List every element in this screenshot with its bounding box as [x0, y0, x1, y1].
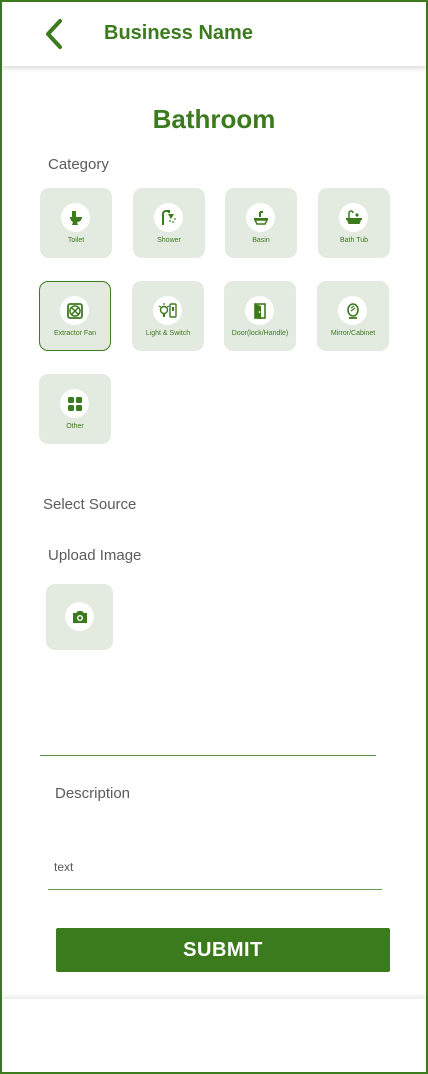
mirror-icon: [338, 296, 367, 325]
select-source-label: Select Source: [43, 496, 137, 513]
light-switch-icon: [153, 296, 182, 325]
grid-icon: [60, 389, 89, 418]
bottom-bar: [2, 999, 426, 1072]
category-tile-bathtub[interactable]: Bath Tub: [318, 188, 390, 258]
chevron-left-icon: [46, 19, 62, 49]
toilet-icon: [61, 203, 90, 232]
category-tile-label: Toilet: [67, 237, 85, 244]
shower-icon: [154, 203, 183, 232]
app-header: Business Name: [2, 2, 426, 66]
description-input[interactable]: text: [48, 850, 382, 890]
category-tile-label: Light & Switch: [145, 330, 191, 337]
category-tile-label: Extractor Fan: [53, 330, 96, 337]
bathtub-icon: [339, 203, 368, 232]
category-tile-mirror[interactable]: Mirror/Cabinet: [317, 281, 389, 351]
category-tile-light-switch[interactable]: Light & Switch: [132, 281, 204, 351]
upload-image-button[interactable]: [46, 584, 113, 650]
category-tile-basin[interactable]: Basin: [225, 188, 297, 258]
description-label: Description: [55, 785, 131, 802]
page-title: Bathroom: [152, 104, 276, 134]
category-tile-shower[interactable]: Shower: [133, 188, 205, 258]
category-tile-label: Other: [66, 423, 84, 430]
upload-image-label: Upload Image: [48, 547, 142, 564]
door-icon: [245, 296, 274, 325]
back-button[interactable]: [38, 16, 70, 52]
category-tile-toilet[interactable]: Toilet: [40, 188, 112, 258]
category-label: Category: [48, 156, 109, 173]
category-tile-label: Bath Tub: [339, 237, 369, 244]
fan-icon: [60, 296, 89, 325]
camera-icon: [65, 602, 94, 631]
category-tile-label: Mirror/Cabinet: [330, 330, 376, 337]
category-tile-label: Door(lock/Handle): [231, 330, 289, 337]
divider: [40, 755, 376, 756]
category-tile-label: Basin: [252, 237, 270, 244]
basin-icon: [246, 203, 275, 232]
category-tile-label: Shower: [157, 237, 181, 244]
category-tile-door[interactable]: Door(lock/Handle): [224, 281, 296, 351]
submit-button[interactable]: SUBMIT: [56, 928, 390, 972]
app-title: Business Name: [104, 22, 253, 44]
category-tile-extractor-fan[interactable]: Extractor Fan: [39, 281, 111, 351]
category-tile-other[interactable]: Other: [39, 374, 111, 444]
